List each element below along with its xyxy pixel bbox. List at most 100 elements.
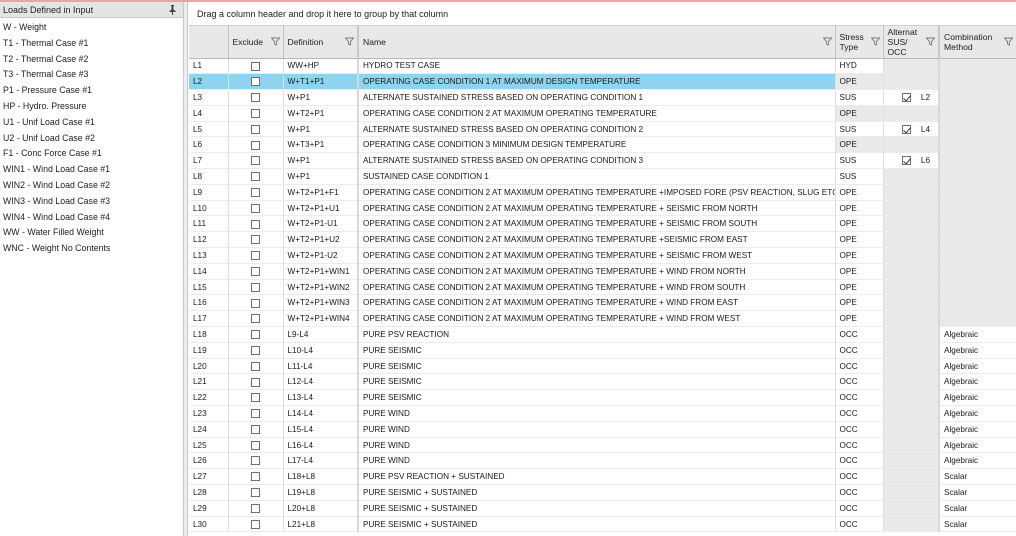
- cell-stress-type[interactable]: OCC: [835, 484, 884, 501]
- cell-name[interactable]: OPERATING CASE CONDITION 2 AT MAXIMUM OP…: [357, 184, 836, 201]
- cell-definition[interactable]: W+T2+P1-U2: [283, 247, 359, 264]
- cell-combination-method[interactable]: [938, 121, 1016, 138]
- cell-stress-type[interactable]: HYD: [835, 58, 884, 75]
- cell-definition[interactable]: W+P1: [283, 168, 359, 185]
- cell-name[interactable]: PURE WIND: [357, 452, 836, 470]
- column-header-definition[interactable]: Definition: [283, 26, 359, 59]
- cell-stress-type[interactable]: OCC: [835, 326, 884, 343]
- cell-definition[interactable]: W+T2+P1+F1: [283, 184, 359, 201]
- exclude-checkbox[interactable]: [251, 77, 260, 87]
- cell-name[interactable]: OPERATING CASE CONDITION 1 AT MAXIMUM DE…: [357, 73, 836, 91]
- column-header-exclude[interactable]: Exclude: [228, 26, 284, 59]
- exclude-checkbox[interactable]: [251, 251, 260, 261]
- exclude-checkbox[interactable]: [251, 156, 260, 166]
- cell-definition[interactable]: L10-L4: [283, 342, 359, 359]
- load-list-item[interactable]: WIN3 - Wind Load Case #3: [0, 194, 183, 210]
- exclude-checkbox[interactable]: [251, 440, 260, 450]
- cell-name[interactable]: OPERATING CASE CONDITION 2 AT MAXIMUM OP…: [357, 279, 836, 296]
- table-row[interactable]: L21 L12-L4 PURE SEISMIC OCC Algebraic: [189, 373, 1016, 391]
- load-list-item[interactable]: HP - Hydro. Pressure: [0, 99, 183, 115]
- cell-definition[interactable]: W+P1: [283, 152, 359, 170]
- table-row[interactable]: L11 W+T2+P1-U1 OPERATING CASE CONDITION 2 …: [189, 215, 1016, 233]
- load-list-item[interactable]: T2 - Thermal Case #2: [0, 52, 183, 68]
- table-row[interactable]: L14 W+T2+P1+WIN1 OPERATING CASE CONDITION …: [189, 263, 1016, 280]
- exclude-checkbox[interactable]: [251, 345, 260, 355]
- cell-stress-type[interactable]: SUS: [835, 89, 884, 106]
- table-row[interactable]: L29 L20+L8 PURE SEISMIC + SUSTAINED OCC Scal…: [189, 500, 1016, 517]
- load-list-item[interactable]: W - Weight: [0, 20, 183, 36]
- cell-combination-method[interactable]: [938, 168, 1016, 185]
- table-row[interactable]: L3 W+P1 ALTERNATE SUSTAINED STRESS BASED O…: [189, 89, 1016, 106]
- cell-combination-method[interactable]: [938, 89, 1016, 106]
- cell-name[interactable]: PURE SEISMIC + SUSTAINED: [357, 516, 836, 533]
- cell-stress-type[interactable]: OPE: [835, 294, 884, 312]
- cell-definition[interactable]: W+T2+P1+WIN4: [283, 310, 359, 328]
- table-row[interactable]: L4 W+T2+P1 OPERATING CASE CONDITION 2 AT M…: [189, 105, 1016, 122]
- cell-name[interactable]: PURE WIND: [357, 405, 836, 422]
- cell-name[interactable]: ALTERNATE SUSTAINED STRESS BASED ON OPER…: [357, 121, 836, 138]
- table-row[interactable]: L23 L14-L4 PURE WIND OCC Algebraic: [189, 405, 1016, 422]
- cell-definition[interactable]: L17-L4: [283, 452, 359, 470]
- table-row[interactable]: L5 W+P1 ALTERNATE SUSTAINED STRESS BASED O…: [189, 121, 1016, 138]
- table-row[interactable]: L1 WW+HP HYDRO TEST CASE HYD: [189, 58, 1016, 75]
- cell-stress-type[interactable]: OPE: [835, 279, 884, 296]
- cell-definition[interactable]: W+T2+P1+U2: [283, 231, 359, 249]
- cell-definition[interactable]: L9-L4: [283, 326, 359, 343]
- cell-stress-type[interactable]: SUS: [835, 168, 884, 185]
- table-row[interactable]: L2 W+T1+P1 OPERATING CASE CONDITION 1 AT M…: [189, 73, 1016, 91]
- cell-stress-type[interactable]: OPE: [835, 231, 884, 249]
- cell-combination-method[interactable]: Algebraic: [938, 452, 1016, 470]
- table-row[interactable]: L27 L18+L8 PURE PSV REACTION + SUSTAINED OC…: [189, 468, 1016, 486]
- cell-name[interactable]: PURE SEISMIC + SUSTAINED: [357, 484, 836, 501]
- cell-stress-type[interactable]: OPE: [835, 184, 884, 201]
- cell-combination-method[interactable]: [938, 215, 1016, 233]
- table-row[interactable]: L9 W+T2+P1+F1 OPERATING CASE CONDITION 2 A…: [189, 184, 1016, 201]
- exclude-checkbox[interactable]: [251, 61, 260, 71]
- cell-definition[interactable]: W+T3+P1: [283, 136, 359, 154]
- table-row[interactable]: L18 L9-L4 PURE PSV REACTION OCC Algebraic: [189, 326, 1016, 343]
- load-list-item[interactable]: WNC - Weight No Contents: [0, 241, 183, 257]
- exclude-checkbox[interactable]: [251, 282, 260, 292]
- cell-name[interactable]: ALTERNATE SUSTAINED STRESS BASED ON OPER…: [357, 89, 836, 106]
- alternate-checkbox[interactable]: [901, 92, 911, 102]
- cell-definition[interactable]: L15-L4: [283, 421, 359, 438]
- cell-combination-method[interactable]: [938, 184, 1016, 201]
- table-row[interactable]: L24 L15-L4 PURE WIND OCC Algebraic: [189, 421, 1016, 438]
- cell-combination-method[interactable]: [938, 294, 1016, 312]
- cell-combination-method[interactable]: Scalar: [938, 500, 1016, 517]
- cell-definition[interactable]: L21+L8: [283, 516, 359, 533]
- cell-name[interactable]: OPERATING CASE CONDITION 3 MINIMUM DESIG…: [357, 136, 836, 154]
- cell-name[interactable]: PURE SEISMIC + SUSTAINED: [357, 500, 836, 517]
- cell-combination-method[interactable]: [938, 105, 1016, 122]
- load-list-item[interactable]: U2 - Unif Load Case #2: [0, 131, 183, 147]
- cell-definition[interactable]: W+T1+P1: [283, 73, 359, 91]
- panel-splitter[interactable]: [184, 2, 188, 536]
- load-list-item[interactable]: T1 - Thermal Case #1: [0, 36, 183, 52]
- exclude-checkbox[interactable]: [251, 503, 260, 513]
- table-row[interactable]: L26 L17-L4 PURE WIND OCC Algebraic: [189, 452, 1016, 470]
- cell-definition[interactable]: L18+L8: [283, 468, 359, 486]
- load-list-item[interactable]: WIN1 - Wind Load Case #1: [0, 162, 183, 178]
- cell-combination-method[interactable]: Scalar: [938, 484, 1016, 501]
- cell-combination-method[interactable]: [938, 279, 1016, 296]
- cell-stress-type[interactable]: OCC: [835, 421, 884, 438]
- cell-name[interactable]: OPERATING CASE CONDITION 2 AT MAXIMUM OP…: [357, 215, 836, 233]
- load-list-item[interactable]: WIN2 - Wind Load Case #2: [0, 178, 183, 194]
- cell-definition[interactable]: W+P1: [283, 121, 359, 138]
- cell-combination-method[interactable]: Scalar: [938, 468, 1016, 486]
- column-header-combination-method[interactable]: Combination Method: [938, 26, 1016, 59]
- cell-combination-method[interactable]: Algebraic: [938, 389, 1016, 407]
- cell-name[interactable]: OPERATING CASE CONDITION 2 AT MAXIMUM OP…: [357, 310, 836, 328]
- table-row[interactable]: L22 L13-L4 PURE SEISMIC OCC Algebraic: [189, 389, 1016, 407]
- alternate-checkbox[interactable]: [901, 156, 911, 166]
- cell-name[interactable]: PURE WIND: [357, 437, 836, 454]
- cell-stress-type[interactable]: OCC: [835, 437, 884, 454]
- exclude-checkbox[interactable]: [251, 108, 260, 118]
- cell-combination-method[interactable]: Algebraic: [938, 326, 1016, 343]
- cell-combination-method[interactable]: Scalar: [938, 516, 1016, 533]
- load-list-item[interactable]: WIN4 - Wind Load Case #4: [0, 210, 183, 226]
- table-row[interactable]: L10 W+T2+P1+U1 OPERATING CASE CONDITION 2 …: [189, 200, 1016, 217]
- table-row[interactable]: L28 L19+L8 PURE SEISMIC + SUSTAINED OCC Scal…: [189, 484, 1016, 501]
- exclude-checkbox[interactable]: [251, 93, 260, 103]
- cell-stress-type[interactable]: OCC: [835, 358, 884, 375]
